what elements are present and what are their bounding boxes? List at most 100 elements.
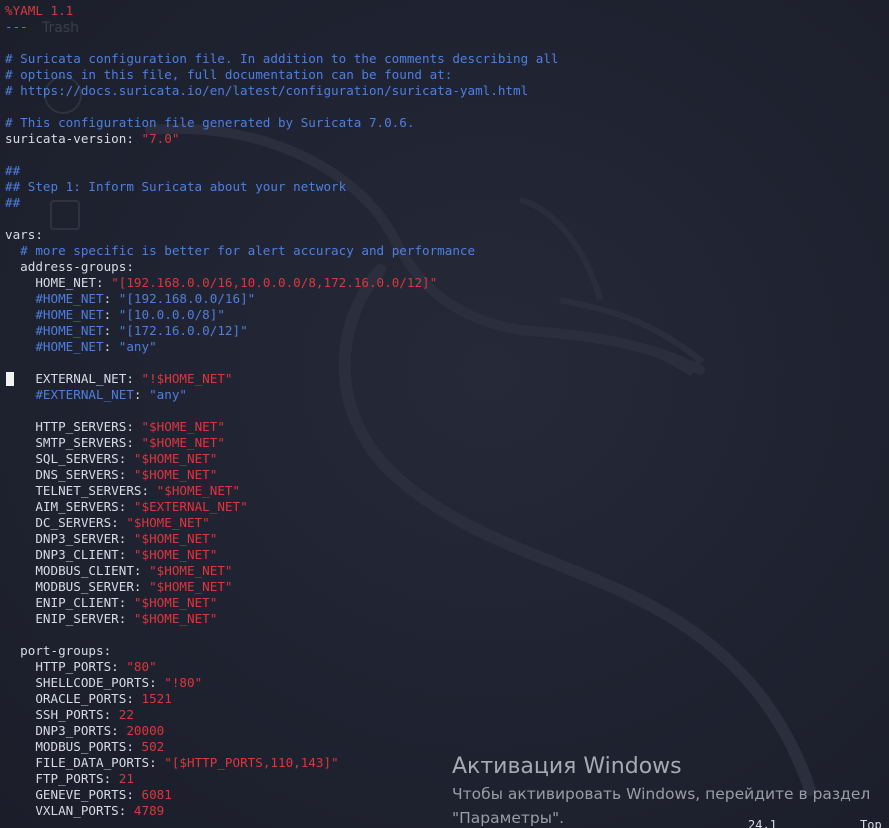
code-token: # options in this file, full documentati… <box>5 67 453 82</box>
code-line[interactable]: ## <box>5 195 889 211</box>
code-token: : <box>118 467 134 482</box>
code-line[interactable] <box>5 211 889 227</box>
activation-line-2: "Параметры". <box>452 809 565 827</box>
code-line[interactable]: # https://docs.suricata.io/en/latest/con… <box>5 83 889 99</box>
code-token: : <box>103 707 119 722</box>
code-line[interactable]: ORACLE_PORTS: 1521 <box>5 691 889 707</box>
code-line[interactable]: address-groups: <box>5 259 889 275</box>
code-token: "!$HOME_NET" <box>141 371 233 386</box>
code-token: DNP3_SERVER <box>35 531 119 546</box>
code-token: EXTERNAL_NET <box>35 371 127 386</box>
code-line[interactable]: TELNET_SERVERS: "$HOME_NET" <box>5 483 889 499</box>
code-token: MODBUS_CLIENT <box>35 563 134 578</box>
code-token: : <box>103 323 119 338</box>
code-token: ENIP_SERVER <box>35 611 119 626</box>
code-line[interactable]: # more specific is better for alert accu… <box>5 243 889 259</box>
code-line[interactable]: DNP3_CLIENT: "$HOME_NET" <box>5 547 889 563</box>
code-line[interactable]: SSH_PORTS: 22 <box>5 707 889 723</box>
code-line[interactable]: # This configuration file generated by S… <box>5 115 889 131</box>
yaml-editor[interactable]: %YAML 1.1 --- # Suricata configuration fi… <box>5 3 889 819</box>
code-line[interactable]: # Suricata configuration file. In additi… <box>5 51 889 67</box>
code-line[interactable]: AIM_SERVERS: "$EXTERNAL_NET" <box>5 499 889 515</box>
code-token: : <box>126 787 142 802</box>
code-token: --- <box>5 19 28 34</box>
code-line[interactable]: #HOME_NET: "[172.16.0.0/12]" <box>5 323 889 339</box>
code-token: : <box>126 691 142 706</box>
code-line[interactable]: HTTP_PORTS: "80" <box>5 659 889 675</box>
code-token: : <box>118 803 134 818</box>
code-line[interactable]: #HOME_NET: "any" <box>5 339 889 355</box>
code-line[interactable]: # options in this file, full documentati… <box>5 67 889 83</box>
code-token: TELNET_SERVERS <box>35 483 142 498</box>
code-line[interactable] <box>5 403 889 419</box>
code-line[interactable]: #EXTERNAL_NET: "any" <box>5 387 889 403</box>
code-token: # Suricata configuration file. In additi… <box>5 51 559 66</box>
code-line[interactable]: port-groups: <box>5 643 889 659</box>
code-token: : <box>103 643 112 658</box>
code-line[interactable]: #HOME_NET: "[192.168.0.0/16]" <box>5 291 889 307</box>
code-line[interactable] <box>5 627 889 643</box>
code-line[interactable]: %YAML 1.1 <box>5 3 889 19</box>
code-line[interactable]: #HOME_NET: "[10.0.0.0/8]" <box>5 307 889 323</box>
code-line[interactable]: HOME_NET: "[192.168.0.0/16,10.0.0.0/8,17… <box>5 275 889 291</box>
code-token: %YAML 1.1 <box>5 3 74 18</box>
code-token: : <box>96 275 112 290</box>
code-line[interactable]: DC_SERVERS: "$HOME_NET" <box>5 515 889 531</box>
code-token: "[172.16.0.0/12]" <box>118 323 248 338</box>
code-token: ## <box>5 163 21 178</box>
code-line[interactable]: DNP3_PORTS: 20000 <box>5 723 889 739</box>
code-line[interactable] <box>5 99 889 115</box>
code-token: : <box>126 419 142 434</box>
code-line[interactable]: DNS_SERVERS: "$HOME_NET" <box>5 467 889 483</box>
code-line[interactable] <box>5 355 889 371</box>
code-token: : <box>118 451 134 466</box>
code-token: DNP3_CLIENT <box>35 547 119 562</box>
code-token: ORACLE_PORTS <box>35 691 127 706</box>
code-line[interactable]: ENIP_CLIENT: "$HOME_NET" <box>5 595 889 611</box>
code-token: 6081 <box>141 787 172 802</box>
code-token: #HOME_NET <box>35 307 104 322</box>
code-line[interactable] <box>5 35 889 51</box>
code-line[interactable]: SMTP_SERVERS: "$HOME_NET" <box>5 435 889 451</box>
code-token: "$HOME_NET" <box>133 611 218 626</box>
code-line[interactable]: EXTERNAL_NET: "!$HOME_NET" <box>5 371 889 387</box>
code-token: 502 <box>141 739 165 754</box>
code-line[interactable]: ENIP_SERVER: "$HOME_NET" <box>5 611 889 627</box>
windows-activation-watermark: Активация Windows Чтобы активировать Win… <box>452 752 870 828</box>
terminal-window[interactable]: Trash %YAML 1.1 --- # Suricata configurat… <box>0 0 889 828</box>
code-token: "any" <box>118 339 157 354</box>
code-line[interactable]: MODBUS_CLIENT: "$HOME_NET" <box>5 563 889 579</box>
code-token: GENEVE_PORTS <box>35 787 127 802</box>
code-token: AIM_SERVERS <box>35 499 119 514</box>
code-line[interactable]: DNP3_SERVER: "$HOME_NET" <box>5 531 889 547</box>
code-line[interactable]: suricata-version: "7.0" <box>5 131 889 147</box>
code-token: HTTP_PORTS <box>35 659 112 674</box>
code-token: : <box>103 339 119 354</box>
code-line[interactable]: SHELLCODE_PORTS: "!80" <box>5 675 889 691</box>
code-line[interactable]: vars: <box>5 227 889 243</box>
code-line[interactable]: ## Step 1: Inform Suricata about your ne… <box>5 179 889 195</box>
code-token: : <box>126 259 134 274</box>
code-line[interactable]: --- <box>5 19 889 35</box>
code-line[interactable]: MODBUS_SERVER: "$HOME_NET" <box>5 579 889 595</box>
code-token: HTTP_SERVERS <box>35 419 127 434</box>
code-token: : <box>126 435 142 450</box>
code-line[interactable] <box>5 147 889 163</box>
code-line[interactable]: SQL_SERVERS: "$HOME_NET" <box>5 451 889 467</box>
code-token: "$HOME_NET" <box>149 579 233 594</box>
cursor-position: 24,1 <box>748 818 777 828</box>
code-line[interactable]: ## <box>5 163 889 179</box>
code-line[interactable]: HTTP_SERVERS: "$HOME_NET" <box>5 419 889 435</box>
